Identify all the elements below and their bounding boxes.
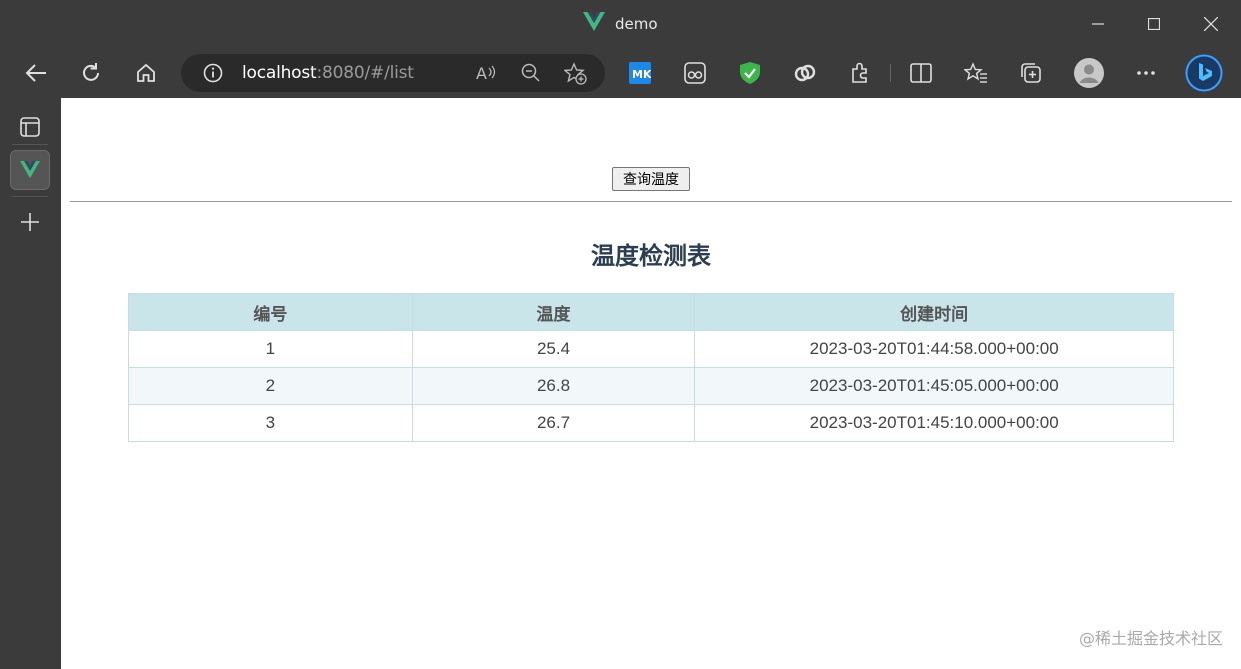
url-text[interactable]: localhost:8080/#/list <box>242 63 414 83</box>
favorites-icon[interactable] <box>959 56 993 90</box>
zoom-out-icon[interactable] <box>521 63 541 87</box>
vertical-tab-demo[interactable] <box>10 150 50 190</box>
browser-sidebar <box>0 98 60 669</box>
bing-chat-icon[interactable] <box>1184 53 1224 93</box>
browser-toolbar: localhost:8080/#/list A MK <box>0 48 1241 98</box>
minimize-button[interactable] <box>1070 0 1126 48</box>
table-row: 3 26.7 2023-03-20T01:45:10.000+00:00 <box>128 404 1174 442</box>
cell-created-time: 2023-03-20T01:45:10.000+00:00 <box>694 404 1174 442</box>
temperature-table: 编号 温度 创建时间 1 25.4 2023-03-20T01:44:58.00… <box>128 293 1174 442</box>
extension-glasses-icon[interactable] <box>678 56 712 90</box>
table-row: 2 26.8 2023-03-20T01:45:05.000+00:00 <box>128 367 1174 405</box>
svg-text:MK: MK <box>632 68 651 81</box>
cell-temperature: 26.8 <box>411 367 696 405</box>
address-bar[interactable]: localhost:8080/#/list A <box>181 54 605 92</box>
title-bar: demo <box>0 0 1241 48</box>
site-info-icon[interactable] <box>203 63 223 87</box>
maximize-button[interactable] <box>1126 0 1182 48</box>
vue-logo-icon <box>583 12 605 36</box>
header-id: 编号 <box>128 293 413 331</box>
table-header-row: 编号 温度 创建时间 <box>128 293 1174 331</box>
page-viewport: 查询温度 温度检测表 编号 温度 创建时间 1 25.4 2023-03-20T… <box>61 98 1241 669</box>
back-button[interactable] <box>19 56 53 90</box>
toolbar-divider <box>890 64 891 82</box>
add-favorite-icon[interactable] <box>563 62 588 90</box>
cell-id: 2 <box>128 367 413 405</box>
extension-mk-icon[interactable]: MK <box>623 56 657 90</box>
close-window-button[interactable] <box>1183 0 1239 48</box>
sidebar-divider <box>12 144 48 145</box>
query-temperature-button[interactable]: 查询温度 <box>612 167 690 191</box>
refresh-button[interactable] <box>74 56 108 90</box>
cell-created-time: 2023-03-20T01:45:05.000+00:00 <box>694 367 1174 405</box>
tab-actions-icon[interactable] <box>10 107 50 147</box>
cell-id: 3 <box>128 404 413 442</box>
profile-avatar[interactable] <box>1072 56 1106 90</box>
split-screen-icon[interactable] <box>904 56 938 90</box>
header-temperature: 温度 <box>411 293 696 331</box>
home-button[interactable] <box>129 56 163 90</box>
header-created-time: 创建时间 <box>694 293 1174 331</box>
table-title: 温度检测表 <box>591 242 711 270</box>
cell-created-time: 2023-03-20T01:44:58.000+00:00 <box>694 330 1174 368</box>
horizontal-rule <box>70 201 1232 202</box>
window-title: demo <box>615 15 658 33</box>
table-row: 1 25.4 2023-03-20T01:44:58.000+00:00 <box>128 330 1174 368</box>
collections-icon[interactable] <box>1014 56 1048 90</box>
new-tab-icon[interactable] <box>10 202 50 242</box>
watermark: @稀土掘金技术社区 <box>1078 629 1223 648</box>
extension-shield-icon[interactable] <box>733 56 767 90</box>
cell-id: 1 <box>128 330 413 368</box>
more-options-icon[interactable] <box>1129 56 1163 90</box>
read-aloud-icon[interactable]: A <box>476 62 498 88</box>
extension-link-icon[interactable] <box>788 56 822 90</box>
window-title-area: demo <box>583 11 658 37</box>
svg-text:A: A <box>476 64 487 83</box>
cell-temperature: 26.7 <box>411 404 696 442</box>
cell-temperature: 25.4 <box>411 330 696 368</box>
extensions-puzzle-icon[interactable] <box>843 56 877 90</box>
sidebar-divider <box>12 196 48 197</box>
